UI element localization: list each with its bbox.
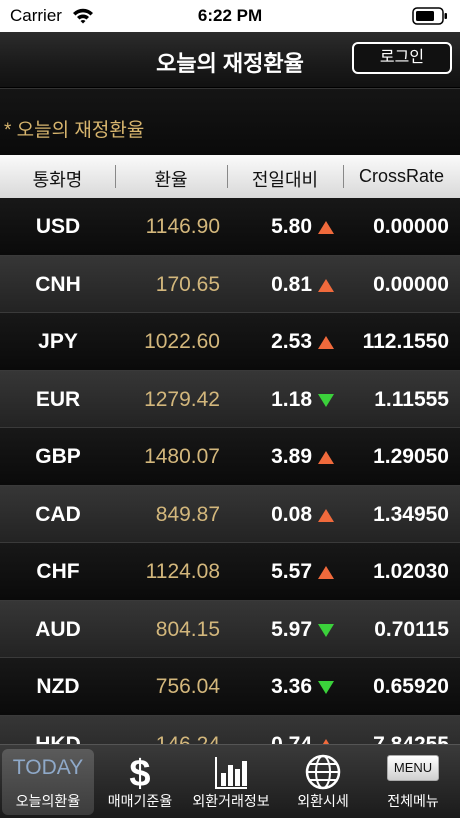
change-value: 3.36 [271,675,312,698]
up-arrow-icon [318,278,334,292]
change-value: 1.18 [271,387,312,411]
table-row[interactable]: CAD 849.87 0.08 1.34950 [0,485,460,543]
currency-code: CNH [35,272,81,296]
cross-rate: 0.00000 [373,272,449,296]
exchange-rate: 146.24 [155,732,220,745]
up-arrow-icon [318,221,334,234]
status-bar: Carrier 6:22 PM [0,0,460,32]
bar-chart-icon [215,757,247,789]
exchange-rate: 1279.42 [144,387,220,411]
currency-code: NZD [36,675,80,698]
tab-base-rate[interactable]: $ 매매기준율 [96,749,184,815]
up-arrow-icon [318,566,334,579]
column-header-rate: 환율 [154,170,188,190]
column-header-currency: 통화명 [32,170,83,190]
column-header-change: 전일대비 [251,170,319,190]
battery-icon [412,7,447,25]
exchange-rate: 804.15 [155,617,220,641]
tab-forex-info[interactable]: 외환거래정보 [184,749,278,815]
up-arrow-icon [318,336,334,349]
cross-rate: 1.11555 [374,387,449,411]
change-value: 3.89 [271,445,312,468]
table-row[interactable]: GBP 1480.07 3.89 1.29050 [0,428,460,486]
tab-label: 전체메뉴 [387,793,439,809]
exchange-rate: 1022.60 [144,330,220,353]
section-header: * 오늘의 재정환율 [0,88,460,155]
column-header-crossrate: CrossRate [358,166,445,186]
tab-all-menu[interactable]: MENU 전체메뉴 [368,749,458,815]
currency-code: HKD [35,732,81,745]
exchange-rate: 170.65 [155,272,220,296]
table-row[interactable]: JPY 1022.60 2.53 112.1550 [0,313,460,371]
cross-rate: 1.02030 [373,560,449,583]
exchange-rate: 849.87 [155,502,220,526]
change-value: 2.53 [271,330,312,353]
table-row[interactable]: USD 1146.90 5.80 0.00000 [0,198,460,256]
currency-code: AUD [35,617,81,641]
currency-code: USD [35,215,81,238]
change-value: 0.08 [271,502,312,526]
login-button[interactable]: 로그인 [352,42,452,74]
cross-rate: 7.84255 [373,732,449,745]
table-row[interactable]: EUR 1279.42 1.18 1.11555 [0,370,460,428]
menu-icon: MENU [387,755,439,781]
table-row[interactable]: CNH 170.65 0.81 0.00000 [0,255,460,313]
change-value: 5.97 [271,617,312,641]
dollar-icon: $ [129,753,150,791]
today-icon: TODAY [12,756,84,779]
cross-rate: 0.00000 [373,215,449,238]
cross-rate: 112.1550 [362,330,449,353]
table-row[interactable]: HKD 146.24 0.74 7.84255 [0,715,460,745]
exchange-rate: 1480.07 [144,445,220,468]
tab-label: 외환거래정보 [192,793,270,809]
cross-rate: 0.70115 [374,617,449,641]
tab-label: 외환시세 [297,793,349,809]
exchange-rate: 1124.08 [145,560,220,583]
up-arrow-icon [318,451,334,464]
exchange-rate: 756.04 [155,675,220,698]
globe-icon [305,754,341,790]
tab-label: 매매기준율 [107,793,173,809]
change-value: 5.57 [271,560,312,583]
rate-table: USD 1146.90 5.80 0.00000 CNH 170.65 0.81… [0,198,460,744]
exchange-rate: 1146.90 [145,215,220,238]
svg-text:$: $ [129,753,150,791]
table-header: 통화명 환율 전일대비 CrossRate [0,155,460,198]
table-row[interactable]: CHF 1124.08 5.57 1.02030 [0,543,460,601]
down-arrow-icon [318,623,334,637]
section-title: * 오늘의 재정환율 [4,120,145,141]
down-arrow-icon [318,681,334,694]
change-value: 0.74 [271,732,312,745]
up-arrow-icon [318,508,334,522]
change-value: 5.80 [271,215,312,238]
cross-rate: 1.34950 [373,502,449,526]
currency-code: CAD [35,502,81,526]
currency-code: GBP [35,445,81,468]
table-row[interactable]: AUD 804.15 5.97 0.70115 [0,600,460,658]
cross-rate: 1.29050 [373,445,449,468]
currency-code: EUR [35,387,81,411]
change-value: 0.81 [271,272,312,296]
tab-label: 오늘의환율 [15,793,81,809]
nav-bar: 오늘의 재정환율 로그인 [0,32,460,88]
tab-today-rate[interactable]: TODAY 오늘의환율 [2,749,94,815]
status-time: 6:22 PM [197,6,263,25]
table-row[interactable]: NZD 756.04 3.36 0.65920 [0,658,460,716]
tab-forex-market[interactable]: 외환시세 [280,749,366,815]
cross-rate: 0.65920 [373,675,449,698]
currency-code: CHF [36,560,80,583]
down-arrow-icon [318,393,334,407]
tab-bar: TODAY 오늘의환율 $ 매매기준율 외환거래정보 외환시세 MENU 전체메… [0,744,460,818]
currency-code: JPY [38,330,78,353]
